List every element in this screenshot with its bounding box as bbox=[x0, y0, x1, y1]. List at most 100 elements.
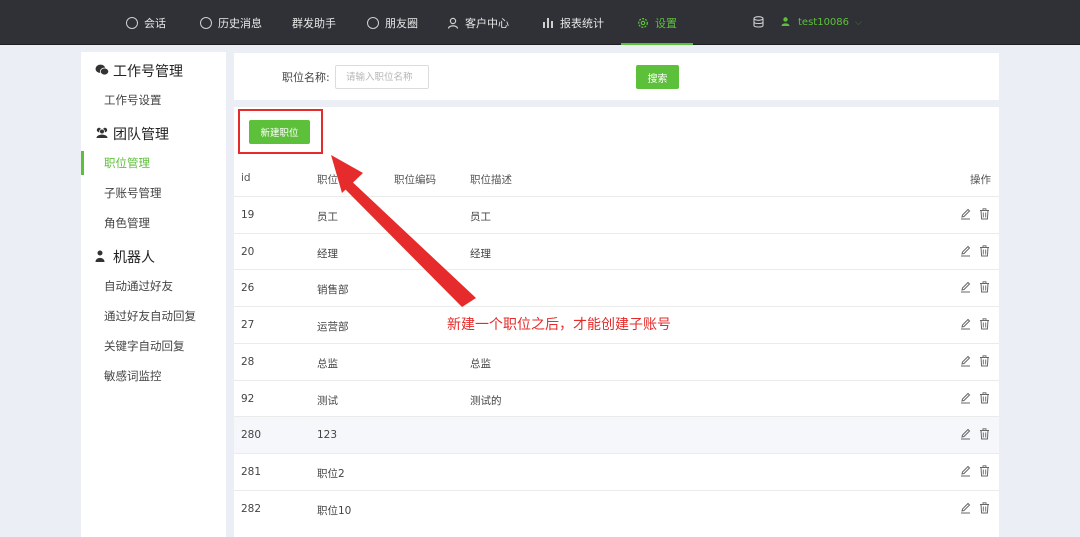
table-row: 281 职位2 bbox=[234, 452, 999, 490]
cell-id: 20 bbox=[241, 245, 255, 258]
trash-icon[interactable] bbox=[979, 501, 990, 514]
nav-item-label: 朋友圈 bbox=[385, 16, 418, 30]
chevron-down-icon: ⌵ bbox=[855, 17, 862, 28]
bar-chart-icon bbox=[542, 17, 554, 29]
row-actions bbox=[960, 245, 990, 257]
row-actions bbox=[960, 391, 990, 404]
nav-item-label: 会话 bbox=[144, 16, 166, 30]
edit-icon[interactable] bbox=[960, 208, 971, 220]
nav-item-label: 群发助手 bbox=[292, 16, 336, 30]
robot-icon bbox=[95, 250, 109, 265]
cell-description: 测试的 bbox=[470, 394, 502, 407]
clock-icon bbox=[200, 16, 212, 29]
nav-item-moments[interactable]: 朋友圈 bbox=[367, 0, 418, 45]
cell-name: 经理 bbox=[317, 247, 338, 260]
trash-icon[interactable] bbox=[979, 355, 990, 367]
chat-icon bbox=[126, 16, 138, 29]
edit-icon[interactable] bbox=[960, 281, 971, 293]
wechat-icon bbox=[95, 64, 110, 79]
column-header-id: id bbox=[241, 172, 251, 184]
row-actions bbox=[960, 501, 990, 514]
nav-item-label: 报表统计 bbox=[560, 16, 604, 30]
edit-icon[interactable] bbox=[960, 245, 971, 257]
sidebar: 工作号管理 工作号设置 团队管理 职位管理 子账号管理 角色管理 机器人 自动通… bbox=[81, 52, 226, 537]
nav-item-settings[interactable]: 设置 bbox=[621, 0, 693, 45]
row-actions bbox=[960, 465, 990, 477]
nav-item-broadcast[interactable]: 群发助手 bbox=[292, 0, 336, 45]
cell-id: 19 bbox=[241, 209, 255, 221]
cell-name: 测试 bbox=[317, 394, 338, 407]
user-icon bbox=[447, 17, 459, 29]
cell-name: 员工 bbox=[317, 211, 338, 223]
cell-description: 经理 bbox=[470, 247, 491, 260]
cell-description: 员工 bbox=[470, 211, 491, 223]
cell-id: 281 bbox=[241, 465, 262, 478]
table-row: 20 经理 经理 bbox=[234, 232, 999, 270]
search-button[interactable]: 搜索 bbox=[636, 65, 679, 89]
nav-item-reports[interactable]: 报表统计 bbox=[542, 0, 604, 45]
sidebar-item-sensitive-words[interactable]: 敏感词监控 bbox=[81, 364, 226, 388]
trash-icon[interactable] bbox=[979, 391, 990, 404]
cell-name: 职位10 bbox=[317, 504, 352, 517]
table-row: 28 总监 总监 bbox=[234, 342, 999, 380]
sidebar-group-team: 团队管理 bbox=[95, 124, 169, 144]
sidebar-item-roles[interactable]: 角色管理 bbox=[81, 211, 226, 235]
edit-icon[interactable] bbox=[960, 355, 971, 367]
search-panel: 职位名称: 搜索 bbox=[234, 53, 999, 100]
table-row: 92 测试 测试的 bbox=[234, 379, 999, 417]
sidebar-group-workaccount: 工作号管理 bbox=[95, 61, 183, 81]
nav-item-customers[interactable]: 客户中心 bbox=[447, 0, 509, 45]
cell-id: 282 bbox=[241, 502, 262, 515]
edit-icon[interactable] bbox=[960, 465, 971, 477]
cell-id: 26 bbox=[241, 282, 255, 295]
row-actions bbox=[960, 428, 990, 440]
user-menu[interactable]: test10086 ⌵ bbox=[781, 0, 862, 45]
nav-item-history[interactable]: 历史消息 bbox=[200, 0, 262, 45]
cell-id: 27 bbox=[241, 319, 255, 332]
edit-icon[interactable] bbox=[960, 318, 971, 330]
edit-icon[interactable] bbox=[960, 428, 971, 440]
trash-icon[interactable] bbox=[979, 428, 990, 440]
sidebar-item-friend-auto-reply[interactable]: 通过好友自动回复 bbox=[81, 304, 226, 328]
cell-description: 总监 bbox=[470, 357, 491, 370]
cell-id: 92 bbox=[241, 392, 255, 405]
trash-icon[interactable] bbox=[979, 318, 990, 330]
edit-icon[interactable] bbox=[960, 502, 971, 514]
cell-id: 280 bbox=[241, 429, 262, 442]
trash-icon[interactable] bbox=[979, 465, 990, 477]
trash-icon[interactable] bbox=[979, 281, 990, 293]
table-row: 26 销售部 bbox=[234, 269, 999, 306]
user-icon bbox=[781, 16, 790, 29]
row-actions bbox=[960, 318, 990, 330]
aperture-icon bbox=[367, 16, 379, 29]
nav-item-chat[interactable]: 会话 bbox=[126, 0, 166, 45]
nav-item-label: 客户中心 bbox=[465, 16, 509, 30]
database-icon[interactable] bbox=[753, 16, 764, 31]
nav-item-label: 历史消息 bbox=[218, 16, 262, 30]
sidebar-item-keyword-auto-reply[interactable]: 关键字自动回复 bbox=[81, 334, 226, 358]
sidebar-item-auto-accept-friends[interactable]: 自动通过好友 bbox=[81, 274, 226, 298]
sidebar-group-title: 工作号管理 bbox=[113, 64, 183, 80]
position-name-search-input[interactable] bbox=[335, 65, 429, 89]
cell-name: 运营部 bbox=[317, 321, 349, 334]
table-row: 19 员工 员工 bbox=[234, 196, 999, 233]
column-header-name: 职位名 bbox=[317, 174, 349, 186]
trash-icon[interactable] bbox=[979, 208, 990, 220]
username: test10086 bbox=[798, 17, 850, 28]
column-header-actions: 操作 bbox=[970, 174, 991, 186]
table-row: 282 职位10 bbox=[234, 489, 999, 527]
sidebar-group-title: 团队管理 bbox=[113, 127, 169, 143]
edit-icon[interactable] bbox=[960, 392, 971, 404]
cell-name: 职位2 bbox=[317, 467, 345, 480]
new-position-button[interactable]: 新建职位 bbox=[249, 120, 310, 144]
table-row: 280 123 bbox=[234, 416, 999, 454]
sidebar-item-subaccounts[interactable]: 子账号管理 bbox=[81, 181, 226, 205]
team-icon bbox=[95, 127, 109, 141]
sidebar-item-workaccount-settings[interactable]: 工作号设置 bbox=[81, 88, 226, 112]
cell-id: 28 bbox=[241, 355, 255, 368]
sidebar-item-positions[interactable]: 职位管理 bbox=[81, 151, 226, 175]
gear-icon bbox=[637, 17, 649, 29]
nav-item-label: 设置 bbox=[655, 16, 677, 30]
trash-icon[interactable] bbox=[979, 245, 990, 257]
cell-name: 123 bbox=[317, 429, 338, 442]
